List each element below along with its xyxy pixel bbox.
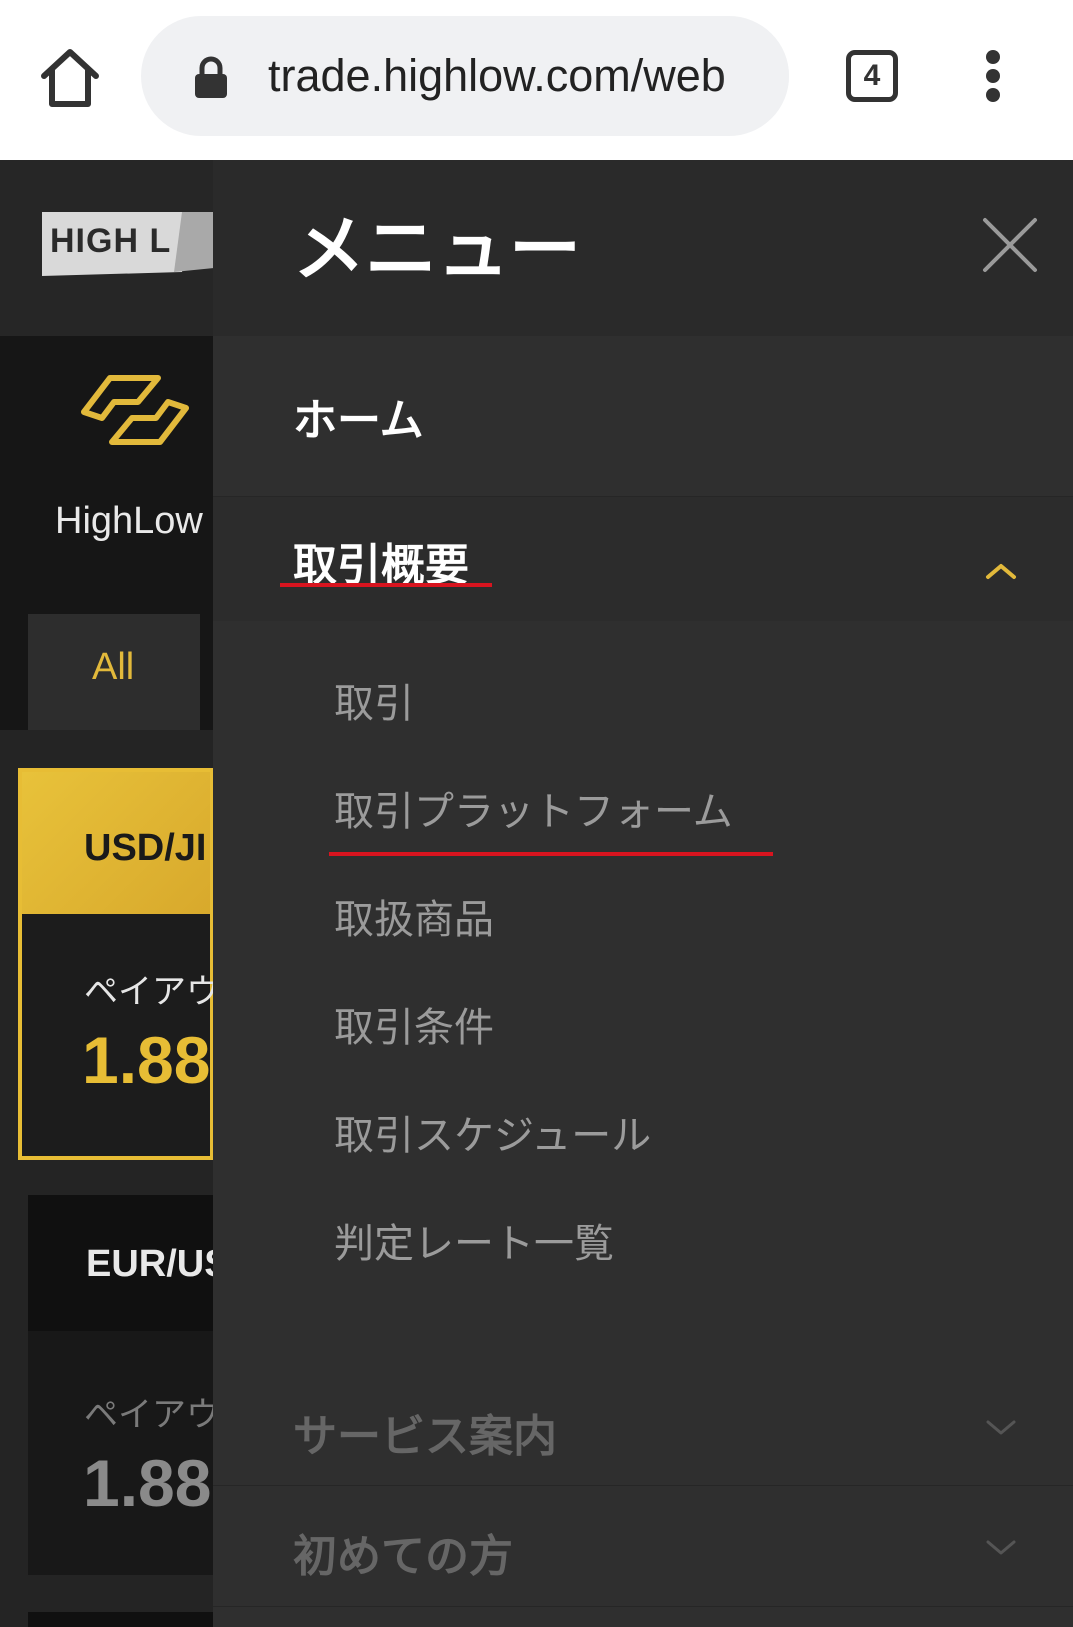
annotation-underline [329, 852, 773, 856]
lock-icon [195, 56, 227, 98]
menu-header: メニュー [213, 160, 1073, 336]
highlow-brand-icon [81, 375, 189, 445]
annotation-underline [280, 583, 492, 587]
chevron-down-icon [986, 1420, 1016, 1435]
menu-drawer: メニュー ホーム 取引概要 取引 取引プラットフォーム 取扱商品 取引条件 取引… [213, 160, 1073, 1627]
address-bar[interactable]: trade.highlow.com/web [141, 16, 789, 136]
submenu-item-trading-conditions[interactable]: 取引条件 [334, 995, 494, 1053]
asset-pair: EUR/US [86, 1243, 230, 1285]
menu-item-beginners[interactable]: 初めての方 [213, 1486, 1073, 1607]
payout-value: 1.88 [82, 1023, 211, 1097]
url-fade [719, 16, 789, 136]
submenu-item-rate-list[interactable]: 判定レート一覧 [334, 1211, 614, 1269]
close-icon[interactable] [981, 216, 1039, 274]
asset-pair: USD/JI [84, 827, 207, 869]
payout-label: ペイアウ [84, 1395, 220, 1435]
menu-item-services[interactable]: サービス案内 [213, 1366, 1073, 1486]
browser-toolbar: trade.highlow.com/web 4 [0, 0, 1073, 160]
submenu-item-trading-schedule[interactable]: 取引スケジュール [334, 1103, 651, 1161]
menu-item-home[interactable]: ホーム [213, 336, 1073, 497]
asset-card-usdjpy[interactable]: USD/JI ペイアウ 1.88 [18, 768, 220, 1160]
chevron-down-icon [986, 1540, 1016, 1555]
submenu-trading-overview: 取引 取引プラットフォーム 取扱商品 取引条件 取引スケジュール 判定レート一覧 [213, 621, 1073, 1366]
submenu-item-products[interactable]: 取扱商品 [334, 887, 494, 945]
submenu-item-trading-platform[interactable]: 取引プラットフォーム [334, 779, 733, 837]
url-text: trade.highlow.com/web [268, 50, 726, 101]
chevron-up-icon [986, 564, 1016, 579]
tab-all-label: All [92, 646, 135, 688]
menu-title: メニュー [293, 207, 582, 291]
asset-card-eurusd[interactable]: EUR/US ペイアウ 1.88 [28, 1195, 230, 1575]
menu-item-label: サービス案内 [293, 1411, 557, 1462]
hero-title: HighLow [55, 500, 203, 542]
menu-item-label: 初めての方 [293, 1531, 513, 1582]
payout-label: ペイアウ [84, 972, 220, 1012]
site-logo-text: HIGH L [50, 222, 172, 260]
menu-item-trading-overview[interactable]: 取引概要 [213, 497, 1073, 621]
more-options-icon[interactable] [976, 46, 1010, 106]
payout-value: 1.88 [83, 1446, 212, 1520]
tab-switcher-button[interactable]: 4 [846, 50, 898, 102]
submenu-item-trading[interactable]: 取引 [334, 671, 414, 729]
menu-item-label: ホーム [293, 395, 424, 446]
home-icon[interactable] [36, 44, 104, 112]
asset-card-partial [28, 1612, 214, 1627]
